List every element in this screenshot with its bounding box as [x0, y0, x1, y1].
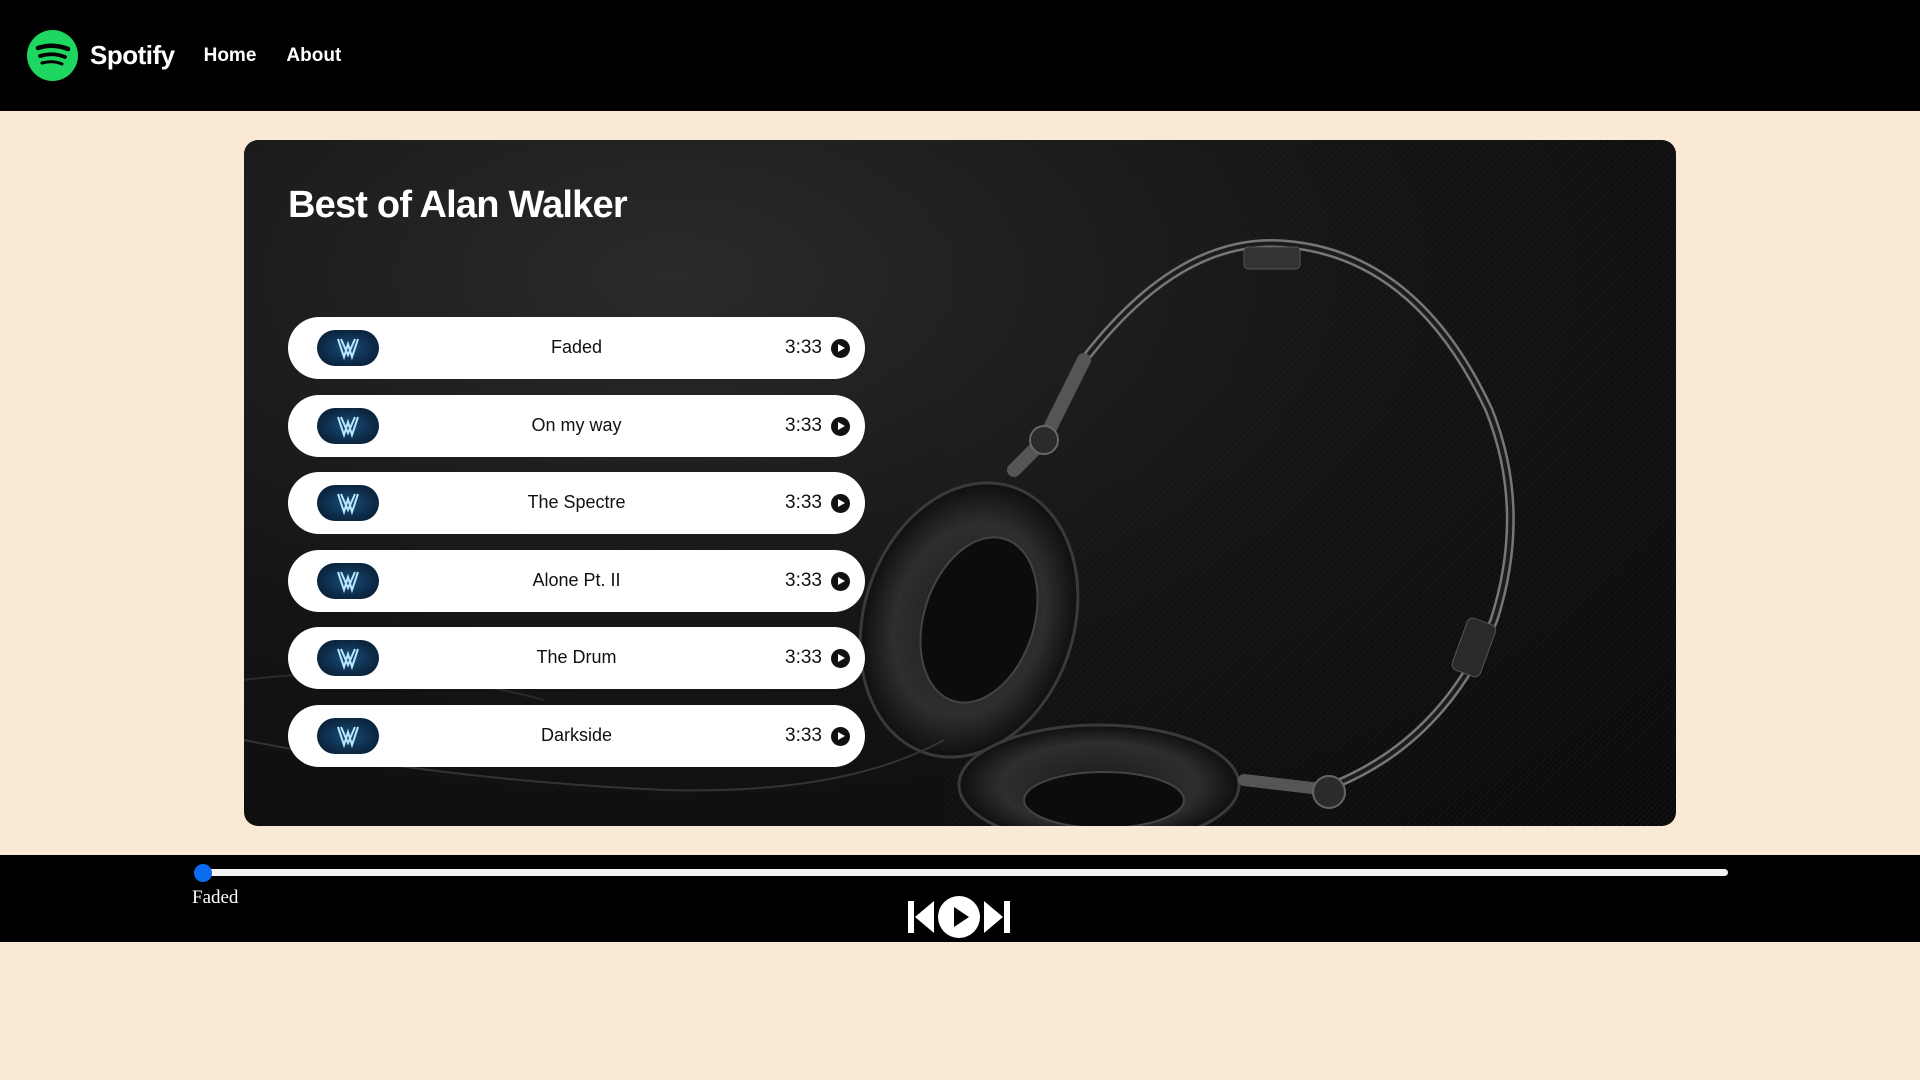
song-duration: 3:33	[785, 724, 822, 746]
skip-previous-icon[interactable]	[906, 899, 936, 935]
skip-next-icon[interactable]	[982, 899, 1012, 935]
now-playing-title: Faded	[192, 887, 239, 908]
song-item-alone-pt-ii[interactable]: Alone Pt. II 3:33	[288, 549, 865, 612]
play-circle-icon[interactable]	[938, 896, 980, 938]
song-item-on-my-way[interactable]: On my way 3:33	[288, 394, 865, 457]
alan-walker-logo-icon	[317, 562, 379, 599]
alan-walker-logo-icon	[317, 330, 379, 366]
song-duration: 3:33	[785, 414, 822, 436]
play-circle-icon[interactable]	[831, 726, 850, 746]
nav-link-home[interactable]: Home	[204, 45, 257, 67]
alan-walker-logo-icon	[317, 717, 379, 754]
top-navbar: Spotify Home About	[0, 0, 1920, 111]
brand-logo[interactable]: Spotify	[27, 30, 175, 81]
playback-controls	[906, 896, 1012, 938]
nav-link-about[interactable]: About	[286, 45, 341, 67]
player-bar: Faded	[0, 855, 1920, 942]
song-duration: 3:33	[785, 492, 822, 513]
play-circle-icon[interactable]	[831, 339, 850, 358]
alan-walker-logo-icon	[317, 407, 379, 444]
spotify-logo-icon	[27, 30, 78, 81]
alan-walker-logo-icon	[317, 640, 379, 676]
song-duration: 3:33	[785, 337, 822, 358]
play-circle-icon[interactable]	[831, 571, 850, 591]
song-list: Faded 3:33 On my way 3:33 The Spectre 3:…	[288, 317, 865, 782]
playlist-container: Best of Alan Walker Faded 3:33 On my way…	[244, 140, 1676, 826]
play-circle-icon[interactable]	[831, 649, 850, 668]
song-item-the-spectre[interactable]: The Spectre 3:33	[288, 472, 865, 534]
song-item-the-drum[interactable]: The Drum 3:33	[288, 627, 865, 689]
brand-name: Spotify	[90, 40, 175, 70]
song-item-faded[interactable]: Faded 3:33	[288, 317, 865, 379]
play-circle-icon[interactable]	[831, 494, 850, 513]
alan-walker-logo-icon	[317, 485, 379, 521]
play-circle-icon[interactable]	[831, 416, 850, 436]
song-item-darkside[interactable]: Darkside 3:33	[288, 704, 865, 767]
playlist-title: Best of Alan Walker	[288, 184, 628, 226]
song-duration: 3:33	[785, 569, 822, 591]
progress-bar[interactable]	[194, 864, 1728, 882]
song-duration: 3:33	[785, 647, 822, 668]
progress-thumb[interactable]	[194, 864, 212, 882]
